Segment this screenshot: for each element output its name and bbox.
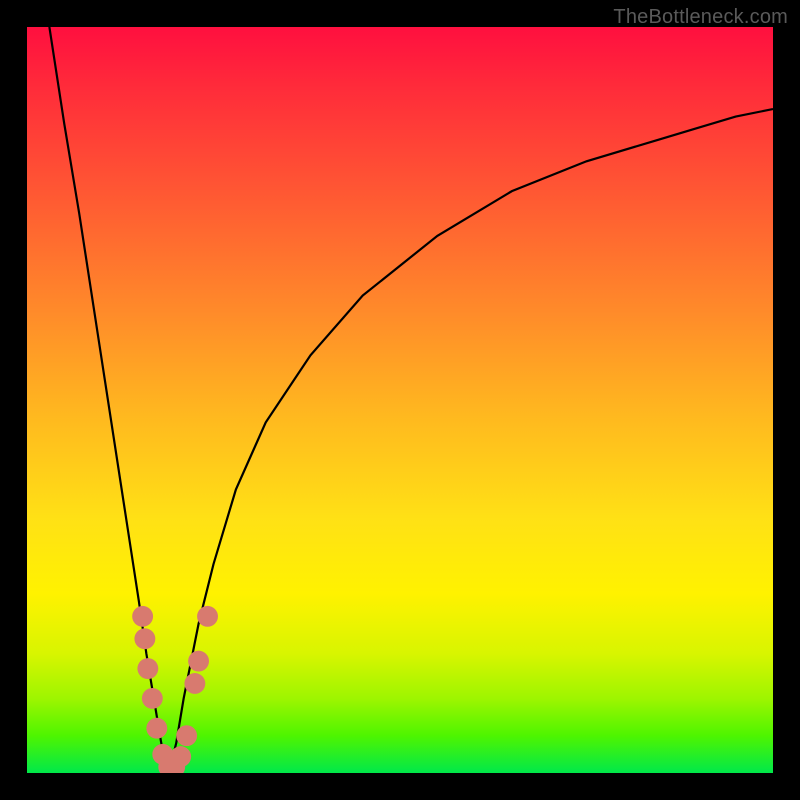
marker-point <box>170 746 191 767</box>
chart-frame: TheBottleneck.com <box>0 0 800 800</box>
marker-point <box>137 658 158 679</box>
markers-group <box>132 606 218 773</box>
marker-point <box>132 606 153 627</box>
marker-point <box>134 628 155 649</box>
chart-svg <box>27 27 773 773</box>
marker-point <box>146 718 167 739</box>
marker-point <box>176 725 197 746</box>
right-branch-curve <box>169 109 773 773</box>
marker-point <box>197 606 218 627</box>
marker-point <box>188 651 209 672</box>
watermark-text: TheBottleneck.com <box>613 6 788 29</box>
plot-area <box>27 27 773 773</box>
marker-point <box>184 673 205 694</box>
marker-point <box>142 688 163 709</box>
